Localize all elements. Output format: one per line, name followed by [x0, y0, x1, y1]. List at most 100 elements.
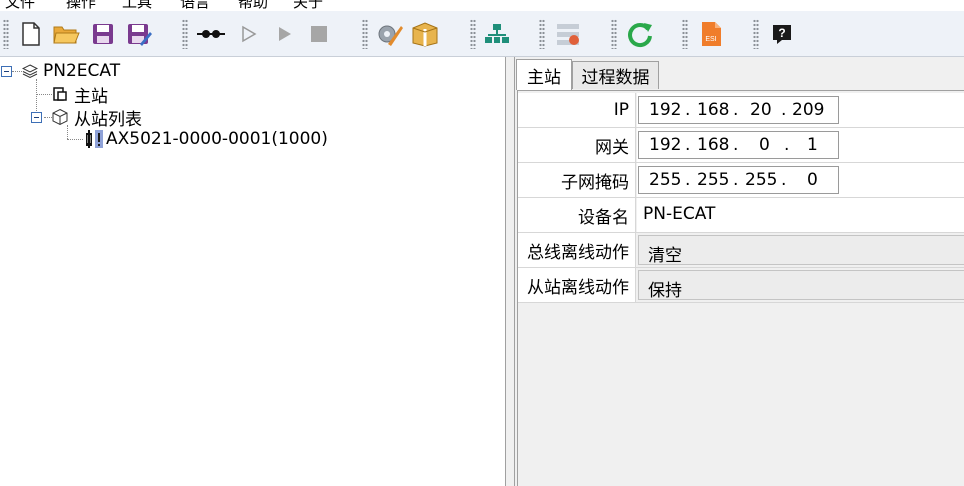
package-icon[interactable]	[411, 20, 439, 48]
collapse-icon[interactable]	[31, 111, 42, 123]
run-icon[interactable]	[271, 20, 299, 48]
prop-row-gateway: 网关 192 . 168 . 0 . 1	[518, 128, 964, 163]
stop-icon[interactable]	[305, 20, 333, 48]
property-panel: 主站 过程数据 IP 192 . 168 . 20 . 209 网关 192 .…	[515, 57, 964, 486]
prop-label-ip: IP	[518, 93, 636, 127]
slave-offline-action-value: 保持	[648, 281, 682, 301]
ip-dot: .	[781, 100, 787, 120]
prop-label-subnet-mask: 子网掩码	[518, 163, 636, 197]
ip-dot: .	[784, 135, 790, 155]
tree-node-root[interactable]: PN2ECAT	[1, 60, 120, 82]
layers-icon	[22, 63, 38, 79]
prop-value-ip-cell: 192 . 168 . 20 . 209	[637, 93, 964, 127]
tree-line	[67, 139, 83, 141]
prop-value-mask-cell: 255 . 255 . 255 . 0	[637, 163, 964, 197]
prop-row-subnet-mask: 子网掩码 255 . 255 . 255 . 0	[518, 163, 964, 198]
prop-value-slave-cell: 保持	[637, 268, 964, 302]
refresh-icon[interactable]	[626, 20, 654, 48]
ip-octet-1: 192	[649, 100, 682, 120]
device-list-icon[interactable]	[554, 20, 582, 48]
ip-dot: .	[733, 170, 739, 190]
help-icon[interactable]: ?	[768, 20, 796, 48]
menu-tools[interactable]: 工具	[122, 0, 152, 11]
esi-icon-label: ESI	[705, 36, 716, 43]
tab-master[interactable]: 主站	[516, 59, 572, 90]
menu-about[interactable]: 关于	[293, 0, 323, 11]
tree-node-root-label: PN2ECAT	[43, 61, 121, 81]
ip-dot: .	[781, 170, 787, 190]
menu-help[interactable]: 帮助	[238, 0, 268, 11]
ip-dot: .	[685, 170, 691, 190]
tree-node-slave-item[interactable]: AX5021-0000-0001(1000)	[84, 128, 328, 150]
slave-offline-action-select[interactable]: 保持	[638, 270, 964, 301]
gateway-octet-2: 168	[697, 135, 730, 155]
prop-label-bus-offline: 总线离线动作	[518, 233, 636, 267]
device-name-value: PN-ECAT	[643, 204, 716, 224]
toolbar-grip[interactable]	[611, 19, 617, 49]
device-name-field[interactable]: PN-ECAT	[637, 198, 964, 232]
prop-value-bus-cell: 清空	[637, 233, 964, 267]
mask-octet-4: 0	[807, 170, 818, 190]
tab-master-label: 主站	[527, 67, 561, 88]
prop-row-device-name: 设备名 PN-ECAT	[518, 198, 964, 233]
menu-file[interactable]: 文件	[5, 0, 35, 11]
property-grid: IP 192 . 168 . 20 . 209 网关 192 . 168 . 0…	[517, 90, 964, 486]
menu-language[interactable]: 语言	[180, 0, 210, 11]
toolbar: ESI ?	[0, 11, 964, 57]
toolbar-grip[interactable]	[182, 19, 188, 49]
save-as-icon[interactable]	[125, 20, 153, 48]
gateway-octet-1: 192	[649, 135, 682, 155]
start-outline-icon[interactable]	[235, 20, 263, 48]
tree-node-slave-list[interactable]: 从站列表	[31, 106, 142, 130]
prop-row-slave-offline: 从站离线动作 保持	[518, 268, 964, 303]
subnet-mask-input[interactable]: 255 . 255 . 255 . 0	[638, 166, 839, 194]
ip-address-input[interactable]: 192 . 168 . 20 . 209	[638, 96, 839, 124]
tab-process-data-label: 过程数据	[581, 68, 650, 88]
tree-node-master[interactable]: 主站	[52, 83, 108, 107]
prop-label-device-name: 设备名	[518, 198, 636, 232]
ip-dot: .	[733, 100, 739, 120]
gateway-octet-4: 1	[807, 135, 818, 155]
new-file-icon[interactable]	[17, 20, 45, 48]
prop-row-bus-offline: 总线离线动作 清空	[518, 233, 964, 268]
master-device-icon	[52, 86, 68, 102]
ip-octet-3: 20	[750, 100, 772, 120]
ip-dot: .	[733, 135, 739, 155]
toolbar-grip[interactable]	[539, 19, 545, 49]
bus-offline-action-value: 清空	[648, 246, 682, 266]
open-folder-icon[interactable]	[52, 20, 80, 48]
prop-row-ip: IP 192 . 168 . 20 . 209	[518, 93, 964, 128]
tree-node-slave-list-label: 从站列表	[74, 109, 142, 130]
ip-dot: .	[685, 135, 691, 155]
tree-line	[36, 94, 52, 96]
toolbar-grip[interactable]	[3, 19, 9, 49]
save-icon[interactable]	[89, 20, 117, 48]
mask-octet-2: 255	[697, 170, 730, 190]
prop-value-gateway-cell: 192 . 168 . 0 . 1	[637, 128, 964, 162]
prop-label-gateway: 网关	[518, 128, 636, 162]
ip-dot: .	[685, 100, 691, 120]
slave-warning-icon	[84, 129, 104, 149]
toolbar-grip[interactable]	[362, 19, 368, 49]
tree-node-master-label: 主站	[74, 86, 108, 107]
esi-icon[interactable]: ESI	[697, 20, 725, 48]
pane-splitter[interactable]	[505, 57, 515, 486]
cube-icon	[51, 108, 69, 126]
config-wrench-icon[interactable]	[376, 20, 404, 48]
menubar: 文件 操作 工具 语言 帮助 关于	[0, 0, 964, 11]
toolbar-grip[interactable]	[682, 19, 688, 49]
bus-offline-action-select[interactable]: 清空	[638, 235, 964, 266]
collapse-icon[interactable]	[1, 65, 12, 77]
network-topology-icon[interactable]	[483, 20, 511, 48]
mask-octet-1: 255	[649, 170, 682, 190]
tab-process-data[interactable]: 过程数据	[572, 61, 659, 89]
connect-icon[interactable]	[197, 20, 225, 48]
tree-node-slave-item-label: AX5021-0000-0001(1000)	[106, 129, 328, 149]
ip-octet-4: 209	[792, 100, 825, 120]
device-tree[interactable]: PN2ECAT 主站 从站列表 AX5021-0000-0001(1000)	[0, 57, 505, 486]
mask-octet-3: 255	[745, 170, 778, 190]
menu-operation[interactable]: 操作	[66, 0, 96, 11]
toolbar-grip[interactable]	[470, 19, 476, 49]
gateway-input[interactable]: 192 . 168 . 0 . 1	[638, 131, 839, 159]
toolbar-grip[interactable]	[753, 19, 759, 49]
